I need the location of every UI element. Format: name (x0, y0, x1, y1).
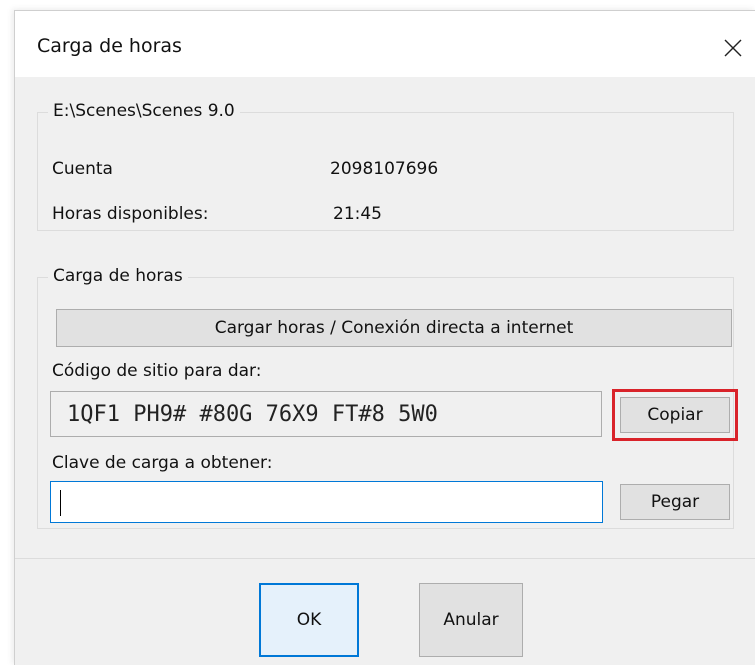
horas-disponibles-value: 21:45 (333, 204, 382, 224)
close-button[interactable] (710, 25, 755, 71)
dialog-body: E:\Scenes\Scenes 9.0 Cuenta 2098107696 H… (15, 77, 755, 665)
site-code-label: Código de sitio para dar: (52, 361, 262, 381)
copy-button[interactable]: Copiar (620, 397, 730, 433)
load-key-label: Clave de carga a obtener: (52, 453, 273, 473)
account-group: E:\Scenes\Scenes 9.0 Cuenta 2098107696 H… (37, 101, 734, 231)
close-icon (724, 39, 742, 57)
title-bar: Carga de horas (15, 11, 755, 77)
horas-disponibles-label: Horas disponibles: (52, 204, 209, 224)
window-title: Carga de horas (37, 35, 182, 57)
cuenta-label: Cuenta (52, 159, 113, 179)
text-caret (60, 490, 61, 516)
direct-internet-button[interactable]: Cargar horas / Conexión directa a intern… (56, 309, 732, 347)
cuenta-value: 2098107696 (330, 159, 439, 179)
load-hours-group-legend: Carga de horas (48, 266, 188, 286)
dialog-window: Carga de horas E:\Scenes\Scenes 9.0 Cuen… (14, 10, 755, 665)
account-group-legend: E:\Scenes\Scenes 9.0 (48, 101, 240, 121)
site-code-field[interactable]: 1QF1 PH9# #80G 76X9 FT#8 5W0 (50, 391, 602, 437)
footer-separator (15, 558, 755, 559)
cancel-button[interactable]: Anular (419, 583, 523, 657)
load-key-input[interactable] (50, 481, 603, 523)
load-key-input-wrapper (50, 481, 603, 523)
paste-button[interactable]: Pegar (620, 484, 730, 520)
ok-button[interactable]: OK (259, 583, 359, 657)
load-hours-group: Carga de horas Cargar horas / Conexión d… (37, 266, 738, 529)
